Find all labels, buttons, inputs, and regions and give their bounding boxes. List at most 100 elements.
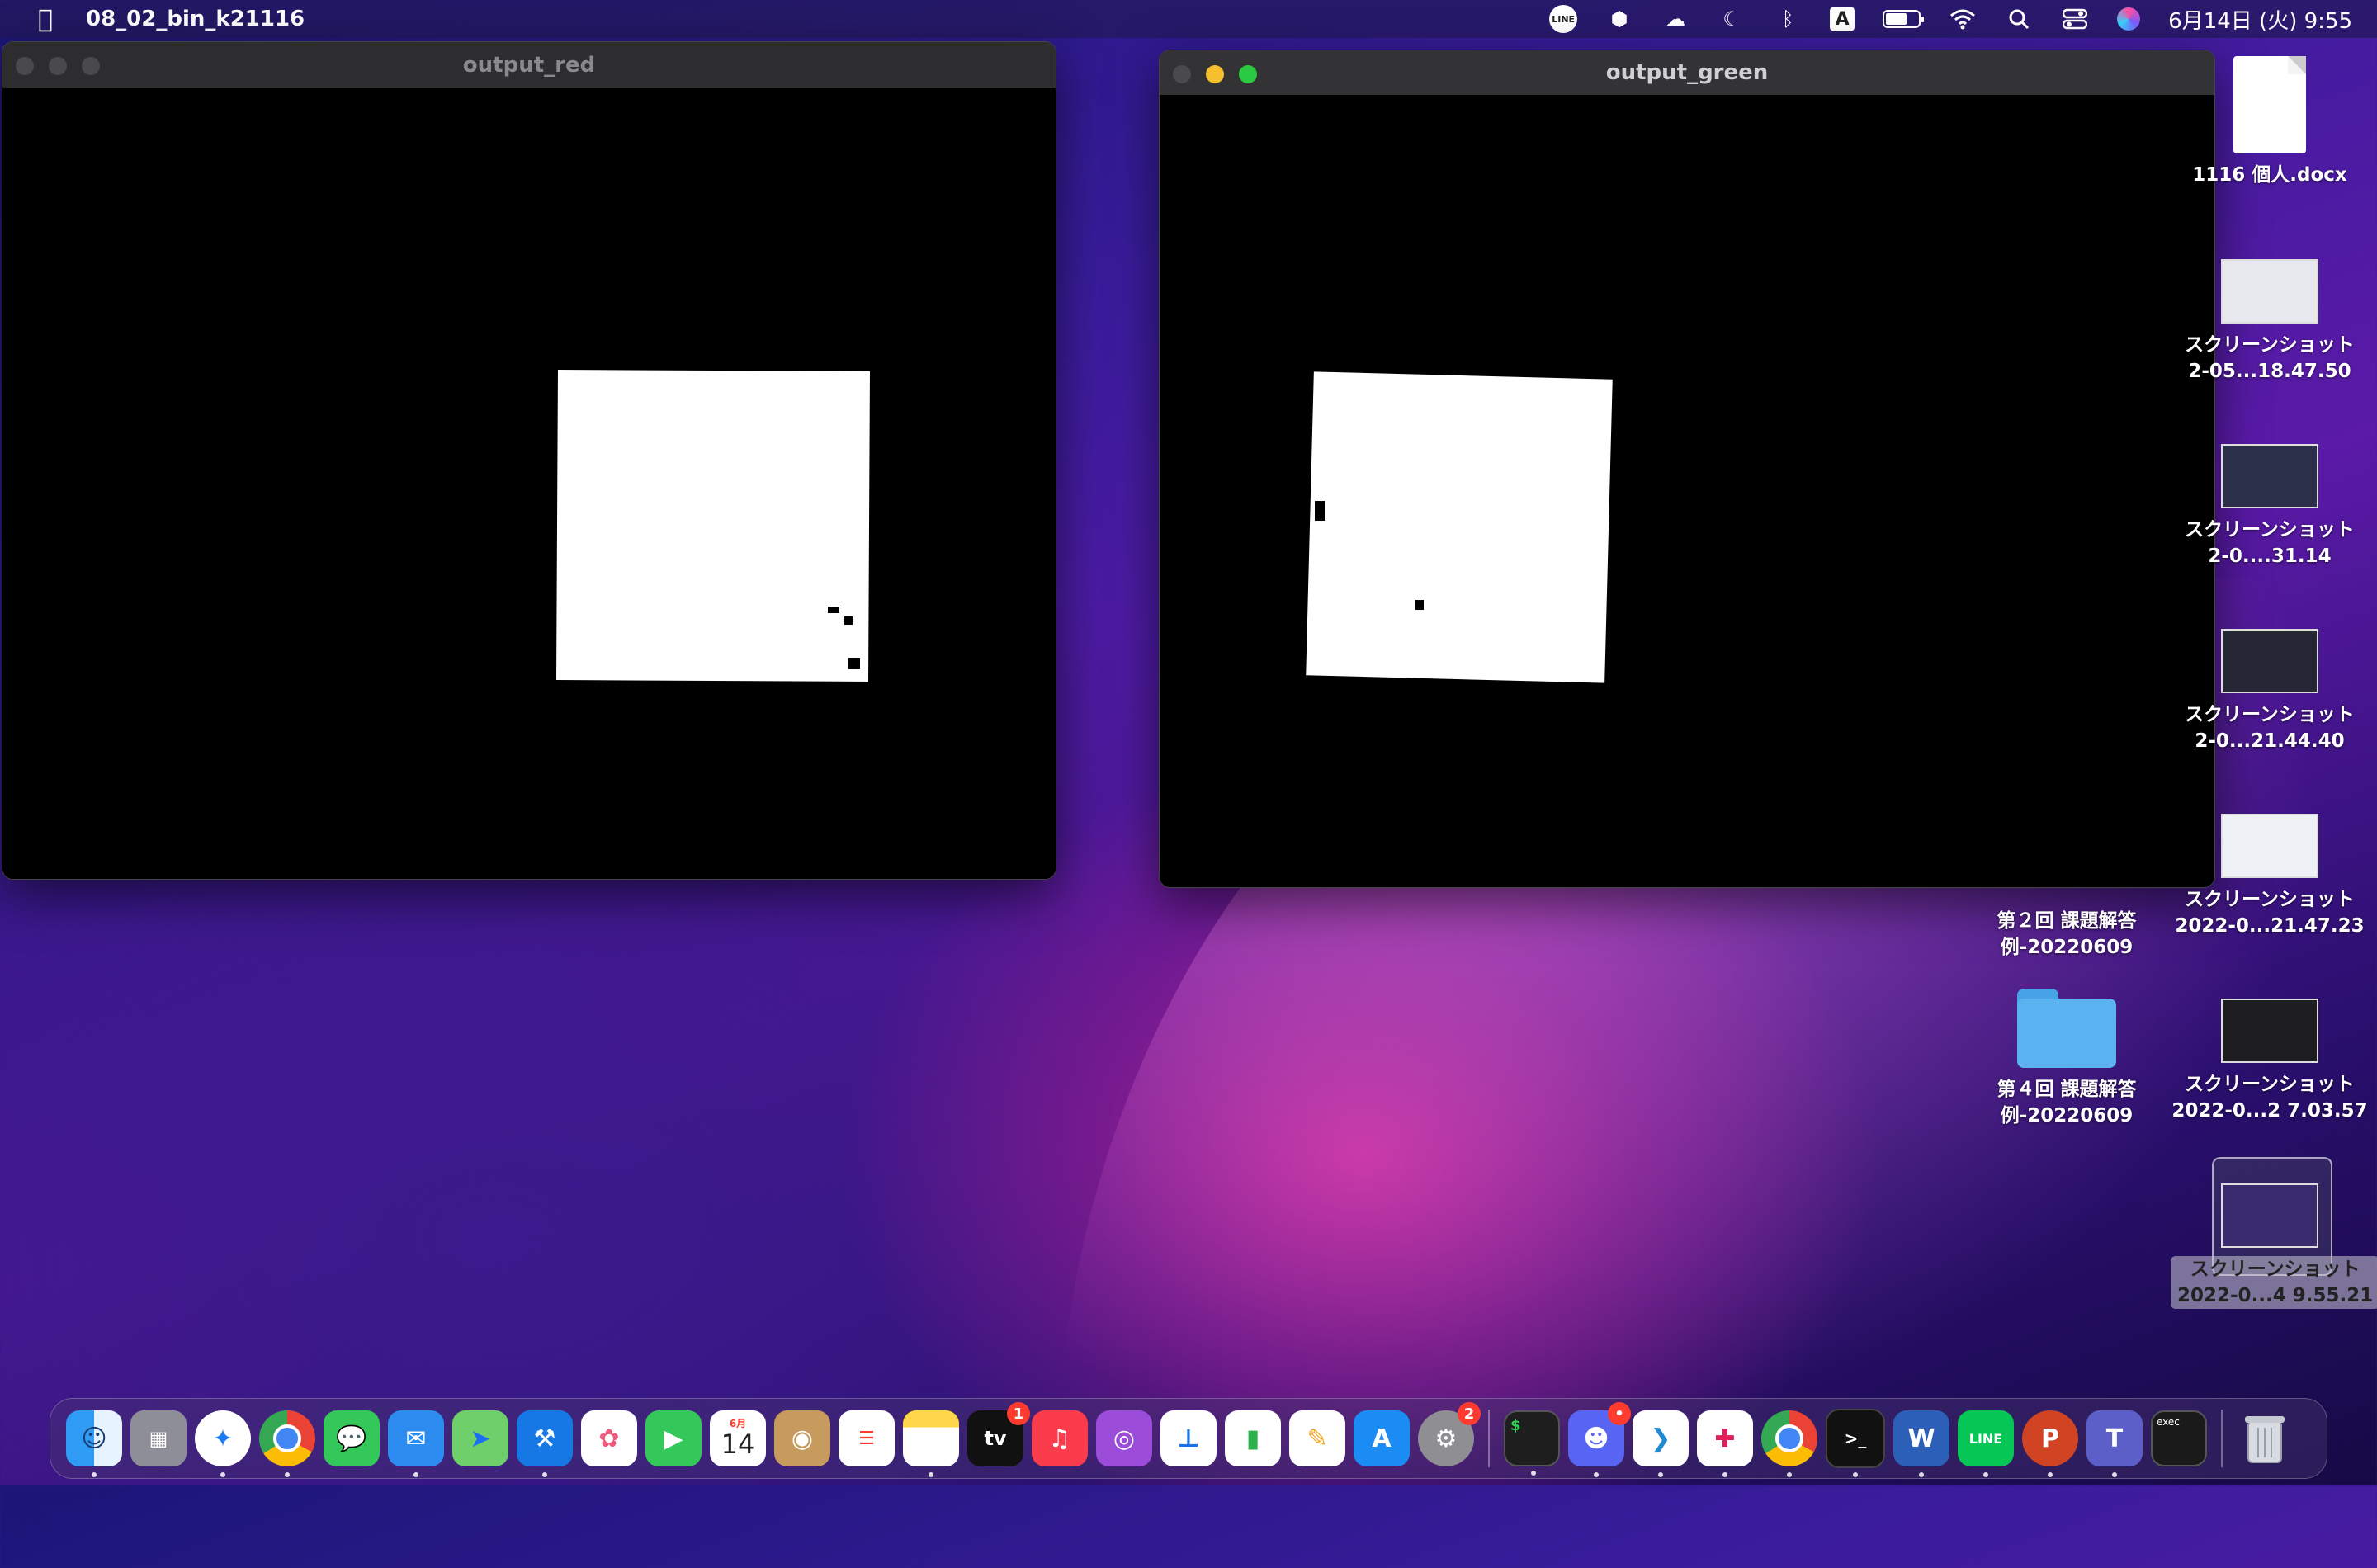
3d-box-icon[interactable]: ⬢ (1605, 5, 1633, 33)
noise-speck (1315, 501, 1325, 521)
bluetooth-icon[interactable]: ᛒ (1774, 5, 1802, 33)
battery-icon[interactable] (1883, 10, 1925, 28)
desktop-folder[interactable]: 第４回 課題解答 例-20220609 (1968, 989, 2166, 1129)
launchpad-icon[interactable]: ▦ (130, 1410, 187, 1466)
maps-icon[interactable]: ➤ (452, 1410, 508, 1466)
teams-label: T (2105, 1424, 2124, 1453)
dock-separator (2221, 1410, 2223, 1467)
line-menu-icon[interactable]: LINE (1549, 5, 1578, 33)
screenshot-thumbnail (2221, 444, 2318, 508)
wifi-icon[interactable] (1949, 5, 1977, 33)
calendar-month: 6月 (729, 1418, 747, 1429)
output-green-window[interactable]: output_green (1159, 50, 2215, 888)
desktop-screenshot[interactable]: スクリーンショット 2022-0...2 7.03.57 (2171, 999, 2369, 1124)
music-icon[interactable]: ♫ (1032, 1410, 1088, 1466)
notes-icon[interactable] (903, 1410, 959, 1477)
status-area: LINE ⬢ ☁ ☾ ᛒ A 6月14日 (火) 9:55 (1549, 0, 2352, 38)
terminal-prompt: $ (1510, 1417, 1521, 1434)
folder-label: 第２回 課題解答 例-20220609 (1997, 910, 2137, 958)
apple-menu-icon[interactable]:  (33, 5, 58, 34)
iterm-prompt: >_ (1844, 1429, 1867, 1448)
file-label: スクリーンショット 2022-0...21.47.23 (2175, 889, 2365, 937)
output-red-titlebar[interactable]: output_red (2, 42, 1056, 89)
teams-icon[interactable]: T (2086, 1410, 2143, 1477)
contacts-icon[interactable]: ◉ (774, 1410, 830, 1466)
control-center-icon[interactable] (2061, 5, 2089, 33)
xcode-icon[interactable]: ⚒ (517, 1410, 573, 1477)
output-green-titlebar[interactable]: output_green (1160, 50, 2214, 96)
white-square-region (556, 370, 870, 682)
folder-label: 第４回 課題解答 例-20220609 (1997, 1079, 2137, 1126)
calendar-icon[interactable]: 6月 14 (710, 1410, 766, 1466)
file-label: スクリーンショット 2-05...18.47.50 (2185, 334, 2355, 382)
discord-badge: • (1608, 1402, 1631, 1425)
screenshot-thumbnail (2221, 629, 2318, 693)
input-method-icon[interactable]: A (1830, 7, 1855, 31)
file-label: 1116 個人.docx (2192, 164, 2347, 186)
dock-separator (1488, 1410, 1490, 1467)
dock: ☺ ▦ ✦ 💬 ✉ ➤ ⚒ ✿ ▶ 6月 14 ◉ ☰ tv 1 ♫ ◎ ⊥ ▮… (50, 1398, 2327, 1479)
desktop-screenshot[interactable]: スクリーンショット 2-0...21.44.40 (2171, 629, 2369, 754)
output-red-window[interactable]: output_red (2, 41, 1056, 880)
noise-speck (828, 607, 839, 613)
screenshot-thumbnail (2221, 999, 2318, 1063)
screenshot-thumbnail (2221, 1183, 2318, 1248)
cloud-download-icon[interactable]: ☁ (1661, 5, 1689, 33)
word-icon[interactable]: W (1893, 1410, 1949, 1477)
terminal-icon[interactable]: $ (1504, 1410, 1560, 1476)
facetime-icon[interactable]: ▶ (645, 1410, 702, 1466)
reminders-icon[interactable]: ☰ (839, 1410, 895, 1466)
window-title: output_red (462, 53, 596, 78)
menu-clock[interactable]: 6月14日 (火) 9:55 (2168, 4, 2352, 35)
file-label: スクリーンショット 2022-0...4 9.55.21 (2171, 1256, 2377, 1309)
trash-icon[interactable] (2237, 1410, 2293, 1466)
app-store-icon[interactable]: A (1354, 1410, 1410, 1466)
powerpoint-icon[interactable]: P (2022, 1410, 2078, 1477)
line-label: LINE (1968, 1430, 2003, 1447)
keynote-icon[interactable]: ⊥ (1160, 1410, 1217, 1466)
settings-badge: 2 (1458, 1402, 1481, 1425)
chrome-icon[interactable] (259, 1410, 315, 1477)
system-preferences-icon[interactable]: ⚙ 2 (1418, 1402, 1481, 1466)
slack-icon[interactable]: ✚ (1697, 1410, 1753, 1477)
desktop-folder[interactable]: 第２回 課題解答 例-20220609 (1968, 908, 2166, 961)
messages-icon[interactable]: 💬 (324, 1410, 380, 1466)
word-label: W (1907, 1424, 1935, 1453)
podcasts-icon[interactable]: ◎ (1096, 1410, 1152, 1466)
exec-label: exec (2157, 1416, 2180, 1428)
safari-icon[interactable]: ✦ (195, 1410, 251, 1477)
finder-icon[interactable]: ☺ (66, 1410, 122, 1477)
photos-icon[interactable]: ✿ (581, 1410, 637, 1466)
menu-bar:  08_02_bin_k21116 LINE ⬢ ☁ ☾ ᛒ A 6月14日 … (0, 0, 2377, 38)
desktop-screenshot[interactable]: スクリーンショット 2-05...18.47.50 (2171, 259, 2369, 385)
exec-icon[interactable]: exec (2151, 1410, 2207, 1466)
do-not-disturb-moon-icon[interactable]: ☾ (1718, 5, 1746, 33)
tv-badge: 1 (1007, 1402, 1030, 1425)
iterm-icon[interactable]: >_ (1826, 1409, 1885, 1477)
calendar-day: 14 (721, 1429, 755, 1460)
desktop-screenshot[interactable]: スクリーンショット 2022-0...21.47.23 (2171, 814, 2369, 939)
file-label: スクリーンショット 2-0....31.14 (2185, 519, 2355, 567)
chrome-profile-icon[interactable] (1761, 1410, 1817, 1477)
noise-speck (1415, 600, 1424, 610)
siri-icon[interactable] (2117, 7, 2141, 31)
document-icon (2233, 56, 2306, 153)
desktop-screenshot-selected[interactable]: スクリーンショット 2022-0...4 9.55.21 (2171, 1183, 2377, 1309)
noise-speck (848, 658, 860, 669)
numbers-icon[interactable]: ▮ (1225, 1410, 1281, 1466)
pages-icon[interactable]: ✎ (1289, 1410, 1345, 1466)
line-app-icon[interactable]: LINE (1958, 1410, 2014, 1477)
screenshot-thumbnail (2221, 814, 2318, 878)
tv-label: tv (984, 1427, 1007, 1450)
apple-tv-icon[interactable]: tv 1 (967, 1402, 1030, 1466)
mail-icon[interactable]: ✉ (388, 1410, 444, 1477)
file-label: スクリーンショット 2022-0...2 7.03.57 (2171, 1074, 2368, 1122)
window-title: output_green (1605, 60, 1769, 85)
desktop-file-docx[interactable]: 1116 個人.docx (2171, 56, 2369, 188)
spotlight-search-icon[interactable] (2005, 5, 2033, 33)
vscode-icon[interactable]: ❯ (1633, 1410, 1689, 1477)
desktop-screenshot[interactable]: スクリーンショット 2-0....31.14 (2171, 444, 2369, 569)
active-app-name[interactable]: 08_02_bin_k21116 (86, 7, 305, 31)
file-label: スクリーンショット 2-0...21.44.40 (2185, 704, 2355, 752)
discord-icon[interactable]: ☻ • (1568, 1402, 1631, 1477)
